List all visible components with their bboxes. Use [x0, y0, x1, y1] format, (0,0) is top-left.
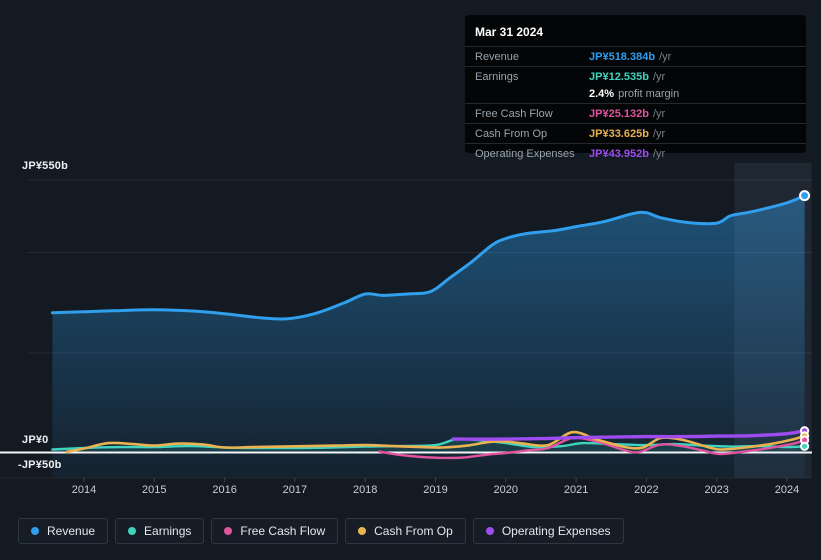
- operating-expenses-dot-icon: [485, 527, 494, 535]
- row-label: Earnings: [475, 70, 519, 83]
- divider: [465, 103, 806, 104]
- tooltip-date: Mar 31 2024: [475, 25, 544, 39]
- legend-label: Revenue: [47, 524, 96, 538]
- legend-item-revenue[interactable]: Revenue: [18, 518, 109, 544]
- row-suffix: /yr: [652, 147, 666, 160]
- financials-chart-panel: JP¥550b JP¥0 -JP¥50b 2014 2015 2016 2017…: [0, 0, 821, 560]
- revenue-dot-icon: [31, 527, 39, 535]
- legend-item-earnings[interactable]: Earnings: [115, 518, 205, 544]
- earnings-endpoint-marker: [799, 441, 810, 451]
- row-value: JP¥12.535b: [589, 70, 649, 83]
- legend-item-cash-from-op[interactable]: Cash From Op: [345, 518, 466, 544]
- hover-tooltip: Mar 31 2024 Revenue JP¥518.384b /yr Earn…: [465, 15, 806, 160]
- profit-margin-label: profit margin: [618, 87, 680, 100]
- divider: [465, 66, 806, 67]
- cash-from-op-dot-icon: [358, 527, 367, 535]
- tooltip-row-free-cash-flow: Free Cash Flow JP¥25.132b /yr: [475, 105, 796, 122]
- row-suffix: /yr: [652, 127, 666, 140]
- legend-label: Operating Expenses: [501, 524, 611, 538]
- x-tick-2023: 2023: [704, 484, 729, 496]
- legend-item-free-cash-flow[interactable]: Free Cash Flow: [211, 518, 339, 544]
- legend-item-operating-expenses[interactable]: Operating Expenses: [472, 518, 624, 544]
- x-tick-2021: 2021: [563, 484, 589, 496]
- chart-legend: Revenue Earnings Free Cash Flow Cash Fro…: [18, 518, 624, 544]
- legend-label: Earnings: [144, 524, 192, 538]
- tooltip-row-profit-margin: 2.4% profit margin: [475, 85, 796, 102]
- earnings-dot-icon: [128, 527, 137, 535]
- row-value: JP¥33.625b: [589, 127, 649, 140]
- row-label: Operating Expenses: [475, 147, 575, 160]
- tooltip-row-operating-expenses: Operating Expenses JP¥43.952b /yr: [475, 145, 796, 162]
- revenue-endpoint-marker: [799, 190, 811, 202]
- divider: [465, 123, 806, 124]
- x-tick-2024: 2024: [774, 484, 800, 496]
- divider: [465, 143, 806, 144]
- profit-margin-value: 2.4%: [589, 87, 615, 100]
- y-axis-label-zero: JP¥0: [22, 434, 49, 446]
- x-tick-2019: 2019: [423, 484, 448, 496]
- row-label: Free Cash Flow: [475, 107, 553, 120]
- legend-label: Free Cash Flow: [240, 524, 326, 538]
- x-tick-2015: 2015: [142, 484, 167, 496]
- x-axis: 2014 2015 2016 2017 2018 2019 2020 2021 …: [0, 484, 821, 498]
- free-cash-flow-dot-icon: [224, 527, 233, 535]
- y-axis-label-negative: -JP¥50b: [18, 459, 62, 471]
- x-tick-2020: 2020: [493, 484, 519, 496]
- row-value: JP¥25.132b: [589, 107, 649, 120]
- row-value: JP¥518.384b: [589, 50, 656, 63]
- tooltip-row-earnings: Earnings JP¥12.535b /yr: [475, 68, 796, 85]
- row-label: Revenue: [475, 50, 520, 63]
- tooltip-row-cash-from-op: Cash From Op JP¥33.625b /yr: [475, 125, 796, 142]
- row-suffix: /yr: [652, 70, 666, 83]
- x-tick-2018: 2018: [352, 484, 378, 496]
- divider: [465, 46, 806, 47]
- x-tick-2022: 2022: [634, 484, 659, 496]
- row-suffix: /yr: [652, 107, 666, 120]
- x-tick-2014: 2014: [71, 484, 97, 496]
- row-value: JP¥43.952b: [589, 147, 649, 160]
- row-suffix: /yr: [659, 50, 672, 63]
- row-label: Cash From Op: [475, 127, 548, 140]
- tooltip-row-revenue: Revenue JP¥518.384b /yr: [475, 48, 796, 65]
- y-axis-label-top: JP¥550b: [22, 160, 69, 172]
- x-tick-2016: 2016: [212, 484, 237, 496]
- x-tick-2017: 2017: [282, 484, 308, 496]
- legend-label: Cash From Op: [374, 524, 453, 538]
